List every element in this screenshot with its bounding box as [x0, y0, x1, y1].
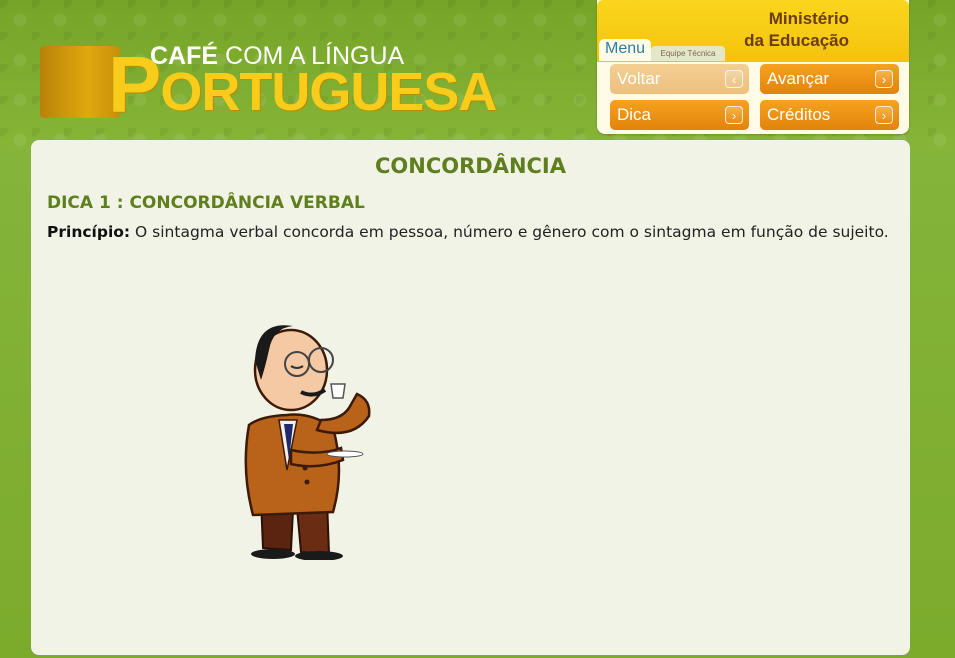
avancar-label: Avançar — [767, 69, 830, 88]
creditos-button[interactable]: Créditos › — [760, 100, 899, 130]
section-title: DICA 1 : CONCORDÂNCIA VERBAL — [47, 193, 365, 213]
logo-title-rest: ORTUGUESA — [160, 62, 497, 122]
ministry-line-1: Ministério — [768, 9, 849, 28]
man-drinking-coffee-illustration — [244, 325, 371, 560]
dica-label: Dica — [617, 105, 652, 124]
chevron-left-icon: ‹ — [725, 70, 743, 88]
logo-initial: P — [108, 40, 161, 129]
voltar-button[interactable]: Voltar ‹ — [610, 64, 749, 94]
creditos-label: Créditos — [767, 105, 831, 124]
page-title: CONCORDÂNCIA — [374, 154, 566, 178]
principle-body: O sintagma verbal concorda em pessoa, nú… — [135, 223, 889, 241]
chevron-right-icon: › — [725, 106, 743, 124]
tab-menu[interactable]: Menu — [599, 39, 651, 61]
chevron-right-icon: › — [875, 106, 893, 124]
tab-equipe-tecnica[interactable]: Equipe Técnica — [651, 46, 725, 61]
content-panel: CONCORDÂNCIA DICA 1 : CONCORDÂNCIA VERBA… — [31, 140, 910, 655]
ministry-label: Ministério da Educação — [744, 8, 849, 52]
voltar-label: Voltar — [617, 69, 661, 88]
chevron-right-icon: › — [875, 70, 893, 88]
dica-button[interactable]: Dica › — [610, 100, 749, 130]
principle-label: Princípio: — [47, 223, 131, 241]
avancar-button[interactable]: Avançar › — [760, 64, 899, 94]
logo-title: PORTUGUESA — [108, 45, 497, 131]
principle-text: Princípio: O sintagma verbal concorda em… — [47, 223, 889, 241]
ministry-line-2: da Educação — [744, 31, 849, 50]
